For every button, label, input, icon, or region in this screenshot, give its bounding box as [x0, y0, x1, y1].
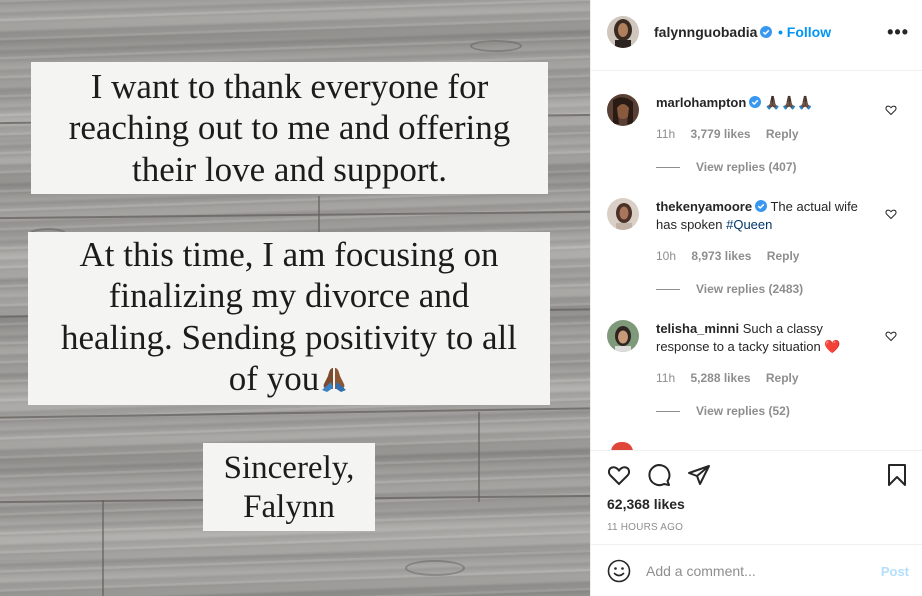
comment-like-heart-icon[interactable]: [885, 330, 897, 342]
wood-plank-gap: [0, 407, 590, 419]
card-line: of you: [228, 358, 320, 398]
text-card-divorce: At this time, I am focusing on finalizin…: [28, 232, 550, 405]
red-heart-emoji: ❤️: [824, 339, 841, 354]
bookmark-icon[interactable]: [885, 463, 909, 487]
hashtag-link[interactable]: #Queen: [726, 217, 772, 232]
comment-time[interactable]: 11h: [656, 127, 675, 141]
card-line: I want to thank everyone for: [90, 67, 489, 106]
emoji-icon[interactable]: [607, 559, 631, 583]
view-replies-label[interactable]: View replies (407): [696, 160, 797, 174]
wood-plank-seam: [102, 500, 104, 596]
card-line: healing. Sending positivity to all: [61, 317, 517, 357]
replies-divider-line: [656, 289, 680, 291]
view-replies-button[interactable]: View replies (2483): [656, 282, 803, 296]
card-line: At this time, I am focusing on: [79, 235, 499, 274]
card-line: their love and support.: [132, 149, 447, 189]
comment-input[interactable]: [646, 559, 866, 583]
card-line: Sincerely,: [223, 450, 355, 486]
comment-meta: 11h 5,288 likes Reply: [656, 371, 811, 385]
heart-icon[interactable]: [607, 463, 631, 487]
reply-button[interactable]: Reply: [766, 127, 799, 141]
post-sidebar: falynnguobadia • Follow ••• marlohampton…: [590, 0, 922, 596]
wood-plank-seam: [478, 412, 480, 502]
follow-label[interactable]: Follow: [787, 24, 831, 40]
verified-badge-icon: [760, 26, 773, 38]
wood-knot: [405, 560, 465, 576]
likes-count[interactable]: 62,368 likes: [607, 496, 685, 512]
more-options-icon[interactable]: •••: [887, 22, 909, 43]
comment-likes[interactable]: 3,779 likes: [690, 127, 750, 141]
avatar[interactable]: [607, 198, 639, 230]
verified-badge-icon: [749, 96, 762, 108]
comment-username[interactable]: marlohampton: [656, 95, 746, 110]
comment-text: marlohampton 🙏🏿🙏🏿🙏🏿: [656, 94, 876, 112]
comment-likes[interactable]: 8,973 likes: [691, 249, 751, 263]
reply-button[interactable]: Reply: [766, 371, 799, 385]
comment-like-heart-icon[interactable]: [885, 208, 897, 220]
avatar[interactable]: [607, 94, 639, 126]
wood-knot: [470, 40, 522, 52]
replies-divider-line: [656, 167, 680, 169]
view-replies-button[interactable]: View replies (407): [656, 160, 797, 174]
text-card-thanks: I want to thank everyone for reaching ou…: [31, 62, 548, 194]
comment-text: thekenyamoore The actual wife has spoken…: [656, 198, 876, 234]
folded-hands-icon: [319, 360, 349, 392]
replies-divider-line: [656, 411, 680, 413]
post-timestamp[interactable]: 11 HOURS AGO: [607, 522, 683, 533]
share-icon[interactable]: [687, 463, 711, 487]
post-author-username[interactable]: falynnguobadia: [654, 24, 773, 40]
reply-button[interactable]: Reply: [767, 249, 800, 263]
avatar[interactable]: [611, 442, 633, 450]
avatar[interactable]: [607, 320, 639, 352]
comment-likes[interactable]: 5,288 likes: [690, 371, 750, 385]
comments-list[interactable]: marlohampton 🙏🏿🙏🏿🙏🏿 11h 3,779 likes Repl…: [591, 72, 922, 450]
view-replies-label[interactable]: View replies (2483): [696, 282, 803, 296]
card-line: finalizing my divorce and: [108, 276, 470, 316]
wood-plank-gap: [0, 210, 590, 220]
comment-time[interactable]: 11h: [656, 371, 675, 385]
avatar[interactable]: [607, 16, 639, 48]
verified-badge-icon: [755, 200, 768, 212]
wood-plank-seam: [318, 196, 320, 234]
card-line: Falynn: [243, 488, 335, 525]
comment-meta: 10h 8,973 likes Reply: [656, 249, 811, 263]
comment-username[interactable]: telisha_minni: [656, 321, 739, 336]
view-replies-button[interactable]: View replies (52): [656, 404, 790, 418]
comment-like-heart-icon[interactable]: [885, 104, 897, 116]
comment-icon[interactable]: [647, 463, 671, 487]
card-line: reaching out to me and offering: [68, 108, 511, 148]
comment-meta: 11h 3,779 likes Reply: [656, 127, 811, 141]
comment-text: telisha_minni Such a classy response to …: [656, 320, 876, 356]
username-text[interactable]: falynnguobadia: [654, 24, 757, 40]
comment-username[interactable]: thekenyamoore: [656, 199, 752, 214]
post-header: falynnguobadia • Follow •••: [591, 0, 922, 71]
card-line-with-emoji: of you: [28, 358, 550, 399]
follow-button[interactable]: • Follow: [778, 24, 831, 40]
comment-body: 🙏🏿🙏🏿🙏🏿: [764, 95, 814, 110]
post-comment-button[interactable]: Post: [881, 564, 909, 579]
post-actions: 62,368 likes 11 HOURS AGO: [591, 450, 922, 544]
post-image[interactable]: I want to thank everyone for reaching ou…: [0, 0, 590, 596]
text-card-signature: Sincerely, Falynn: [203, 443, 375, 531]
view-replies-label[interactable]: View replies (52): [696, 404, 790, 418]
comment-time[interactable]: 10h: [656, 249, 676, 263]
add-comment-bar: Post: [591, 544, 922, 596]
